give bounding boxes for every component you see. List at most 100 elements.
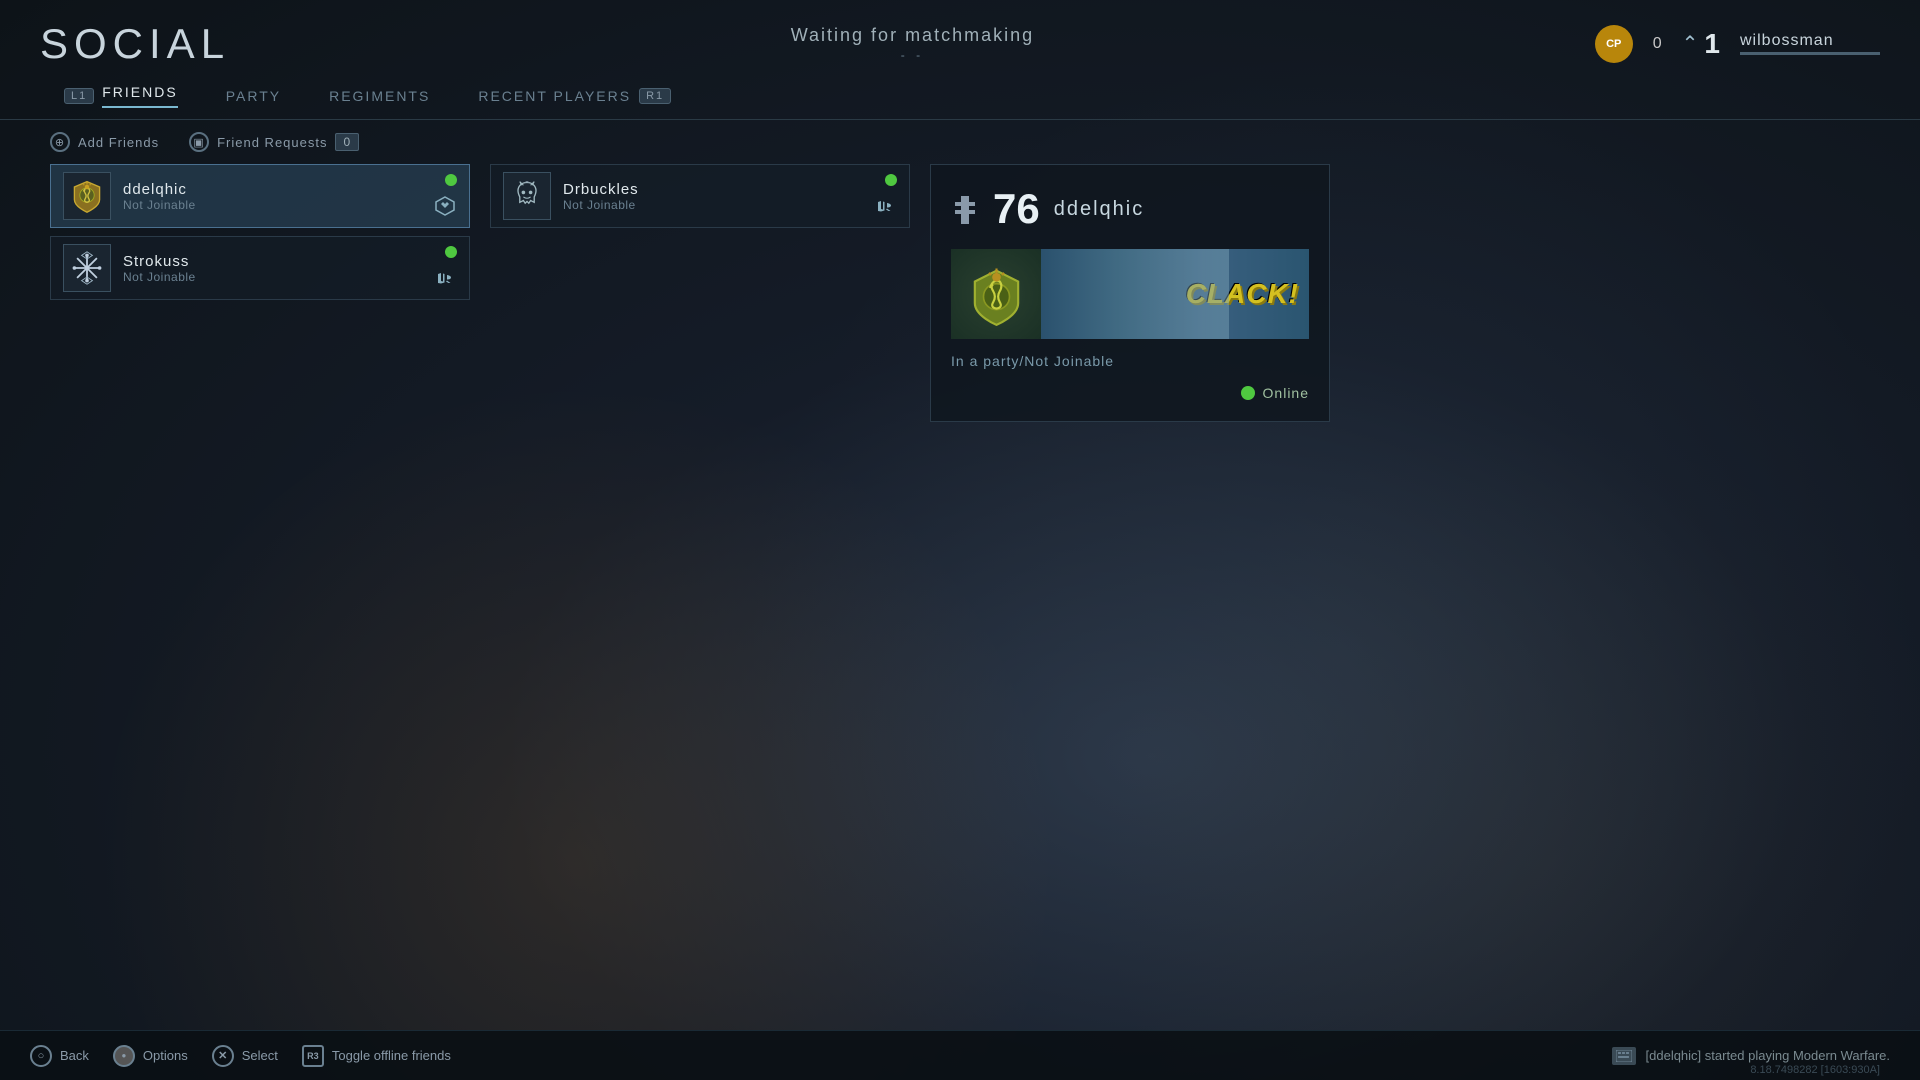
friends-col-2: Drbuckles Not Joinable	[490, 164, 910, 1030]
friend-requests-button[interactable]: ▣ Friend Requests 0	[189, 132, 359, 152]
notification-text: [ddelqhic] started playing Modern Warfar…	[1646, 1048, 1890, 1063]
tab-friends[interactable]: L1 FRIENDS	[40, 76, 202, 118]
friend-info-strokuss: Strokuss Not Joinable	[123, 253, 433, 284]
options-button[interactable]: ● Options	[113, 1045, 188, 1067]
profile-status-text: In a party/Not Joinable	[951, 353, 1309, 369]
tab-regiments[interactable]: REGIMENTS	[305, 80, 454, 114]
friend-name-drbuckles: Drbuckles	[563, 181, 873, 198]
playstation-icon	[434, 267, 456, 289]
friend-name-strokuss: Strokuss	[123, 253, 433, 270]
friend-avatar-drbuckles	[503, 172, 551, 220]
tab-label-recent: RECENT PLAYERS	[478, 88, 631, 104]
add-friends-button[interactable]: ⊕ Add Friends	[50, 132, 159, 152]
bottom-notification: [ddelqhic] started playing Modern Warfar…	[1612, 1047, 1890, 1065]
profile-online-dot	[1241, 386, 1255, 400]
add-friends-icon: ⊕	[50, 132, 70, 152]
grenade-icon-large	[964, 262, 1029, 327]
profile-online-text: Online	[1263, 385, 1309, 401]
matchmaking-status: Waiting for matchmaking - -	[791, 25, 1034, 62]
select-label: Select	[242, 1048, 278, 1063]
friend-avatar-ddelqhic	[63, 172, 111, 220]
friend-right-ddelqhic	[433, 174, 457, 218]
rank-chevron-icon: ⌃	[1682, 31, 1699, 56]
friend-status-ddelqhic: Not Joinable	[123, 198, 433, 212]
friend-card-ddelqhic[interactable]: ddelqhic Not Joinable	[50, 164, 470, 228]
tab-label-regiments: REGIMENTS	[329, 88, 430, 104]
profile-level: 76	[993, 185, 1040, 233]
back-icon: ○	[30, 1045, 52, 1067]
friend-name-ddelqhic: ddelqhic	[123, 181, 433, 198]
matchmaking-dots: - -	[901, 48, 924, 62]
profile-banner: CLACK!	[951, 249, 1309, 339]
username: wilbossman	[1740, 32, 1880, 50]
friend-right-drbuckles	[873, 174, 897, 218]
grenade-shield-icon	[69, 178, 105, 214]
cp-count: 0	[1653, 35, 1662, 53]
friend-requests-count: 0	[335, 133, 359, 151]
friend-card-drbuckles[interactable]: Drbuckles Not Joinable	[490, 164, 910, 228]
username-bar	[1740, 52, 1880, 55]
top-right: CP 0 ⌃ 1 wilbossman	[1595, 25, 1880, 63]
friend-info-ddelqhic: ddelqhic Not Joinable	[123, 181, 433, 212]
tab-label-friends: FRIENDS	[102, 84, 177, 108]
matchmaking-text: Waiting for matchmaking	[791, 25, 1034, 46]
friend-status-drbuckles: Not Joinable	[563, 198, 873, 212]
r3-icon: R3	[302, 1045, 324, 1067]
online-indicator-drbuckles	[885, 174, 897, 186]
select-button[interactable]: ✕ Select	[212, 1045, 278, 1067]
nav-tabs: L1 FRIENDS PARTY REGIMENTS RECENT PLAYER…	[0, 75, 1920, 120]
online-indicator-ddelqhic	[445, 174, 457, 186]
rank-icon	[953, 194, 977, 224]
main-content: ddelqhic Not Joinable	[0, 164, 1920, 1030]
secondary-bar: ⊕ Add Friends ▣ Friend Requests 0	[0, 120, 1920, 164]
bottom-bar: ○ Back ● Options ✕ Select R3 Toggle offl…	[0, 1030, 1920, 1080]
playstation-icon-2	[874, 195, 896, 217]
top-bar: SOCIAL Waiting for matchmaking - - CP 0 …	[0, 0, 1920, 75]
profile-online-row: Online	[951, 385, 1309, 401]
wolf-icon	[509, 178, 545, 214]
profile-username: ddelqhic	[1054, 198, 1145, 221]
cp-label: CP	[1606, 38, 1621, 50]
profile-rank-icon	[951, 195, 979, 223]
friend-requests-icon: ▣	[189, 132, 209, 152]
tab-key-l1: L1	[64, 88, 94, 104]
options-icon: ●	[113, 1045, 135, 1067]
friend-status-strokuss: Not Joinable	[123, 270, 433, 284]
friends-col-1: ddelqhic Not Joinable	[50, 164, 470, 1030]
friends-columns: ddelqhic Not Joinable	[50, 164, 910, 1030]
toggle-offline-label: Toggle offline friends	[332, 1048, 451, 1063]
toggle-offline-button[interactable]: R3 Toggle offline friends	[302, 1045, 451, 1067]
friend-requests-label: Friend Requests	[217, 135, 327, 150]
friend-card-strokuss[interactable]: Strokuss Not Joinable	[50, 236, 470, 300]
profile-panel: 76 ddelqhic CLACK!	[930, 164, 1330, 422]
platform-icon-ps-drbuckles	[873, 194, 897, 218]
cp-badge: CP	[1595, 25, 1633, 63]
rank-number: 1	[1704, 28, 1720, 60]
friend-info-drbuckles: Drbuckles Not Joinable	[563, 181, 873, 212]
bottom-controls: ○ Back ● Options ✕ Select R3 Toggle offl…	[30, 1045, 451, 1067]
rank-badge: ⌃ 1	[1682, 28, 1720, 60]
options-label: Options	[143, 1048, 188, 1063]
tab-recent-players[interactable]: RECENT PLAYERS R1	[454, 80, 695, 114]
notification-icon	[1612, 1047, 1636, 1065]
snowflake-icon	[69, 250, 105, 286]
platform-icon-cod	[433, 194, 457, 218]
select-icon: ✕	[212, 1045, 234, 1067]
friend-right-strokuss	[433, 246, 457, 290]
tab-label-party: PARTY	[226, 88, 281, 104]
version-text: 8.18.7498282 [1603:930A]	[1750, 1064, 1880, 1076]
platform-icon-ps-strokuss	[433, 266, 457, 290]
profile-banner-right: CLACK!	[1041, 249, 1309, 339]
profile-header: 76 ddelqhic	[951, 185, 1309, 233]
username-container: wilbossman	[1740, 32, 1880, 55]
back-label: Back	[60, 1048, 89, 1063]
tab-party[interactable]: PARTY	[202, 80, 305, 114]
back-button[interactable]: ○ Back	[30, 1045, 89, 1067]
profile-banner-left	[951, 249, 1041, 339]
keyboard-icon	[1616, 1050, 1632, 1062]
add-friends-label: Add Friends	[78, 135, 159, 150]
tab-key-r1: R1	[639, 88, 671, 104]
friend-avatar-strokuss	[63, 244, 111, 292]
page-title: SOCIAL	[40, 20, 230, 68]
cod-icon	[434, 195, 456, 217]
